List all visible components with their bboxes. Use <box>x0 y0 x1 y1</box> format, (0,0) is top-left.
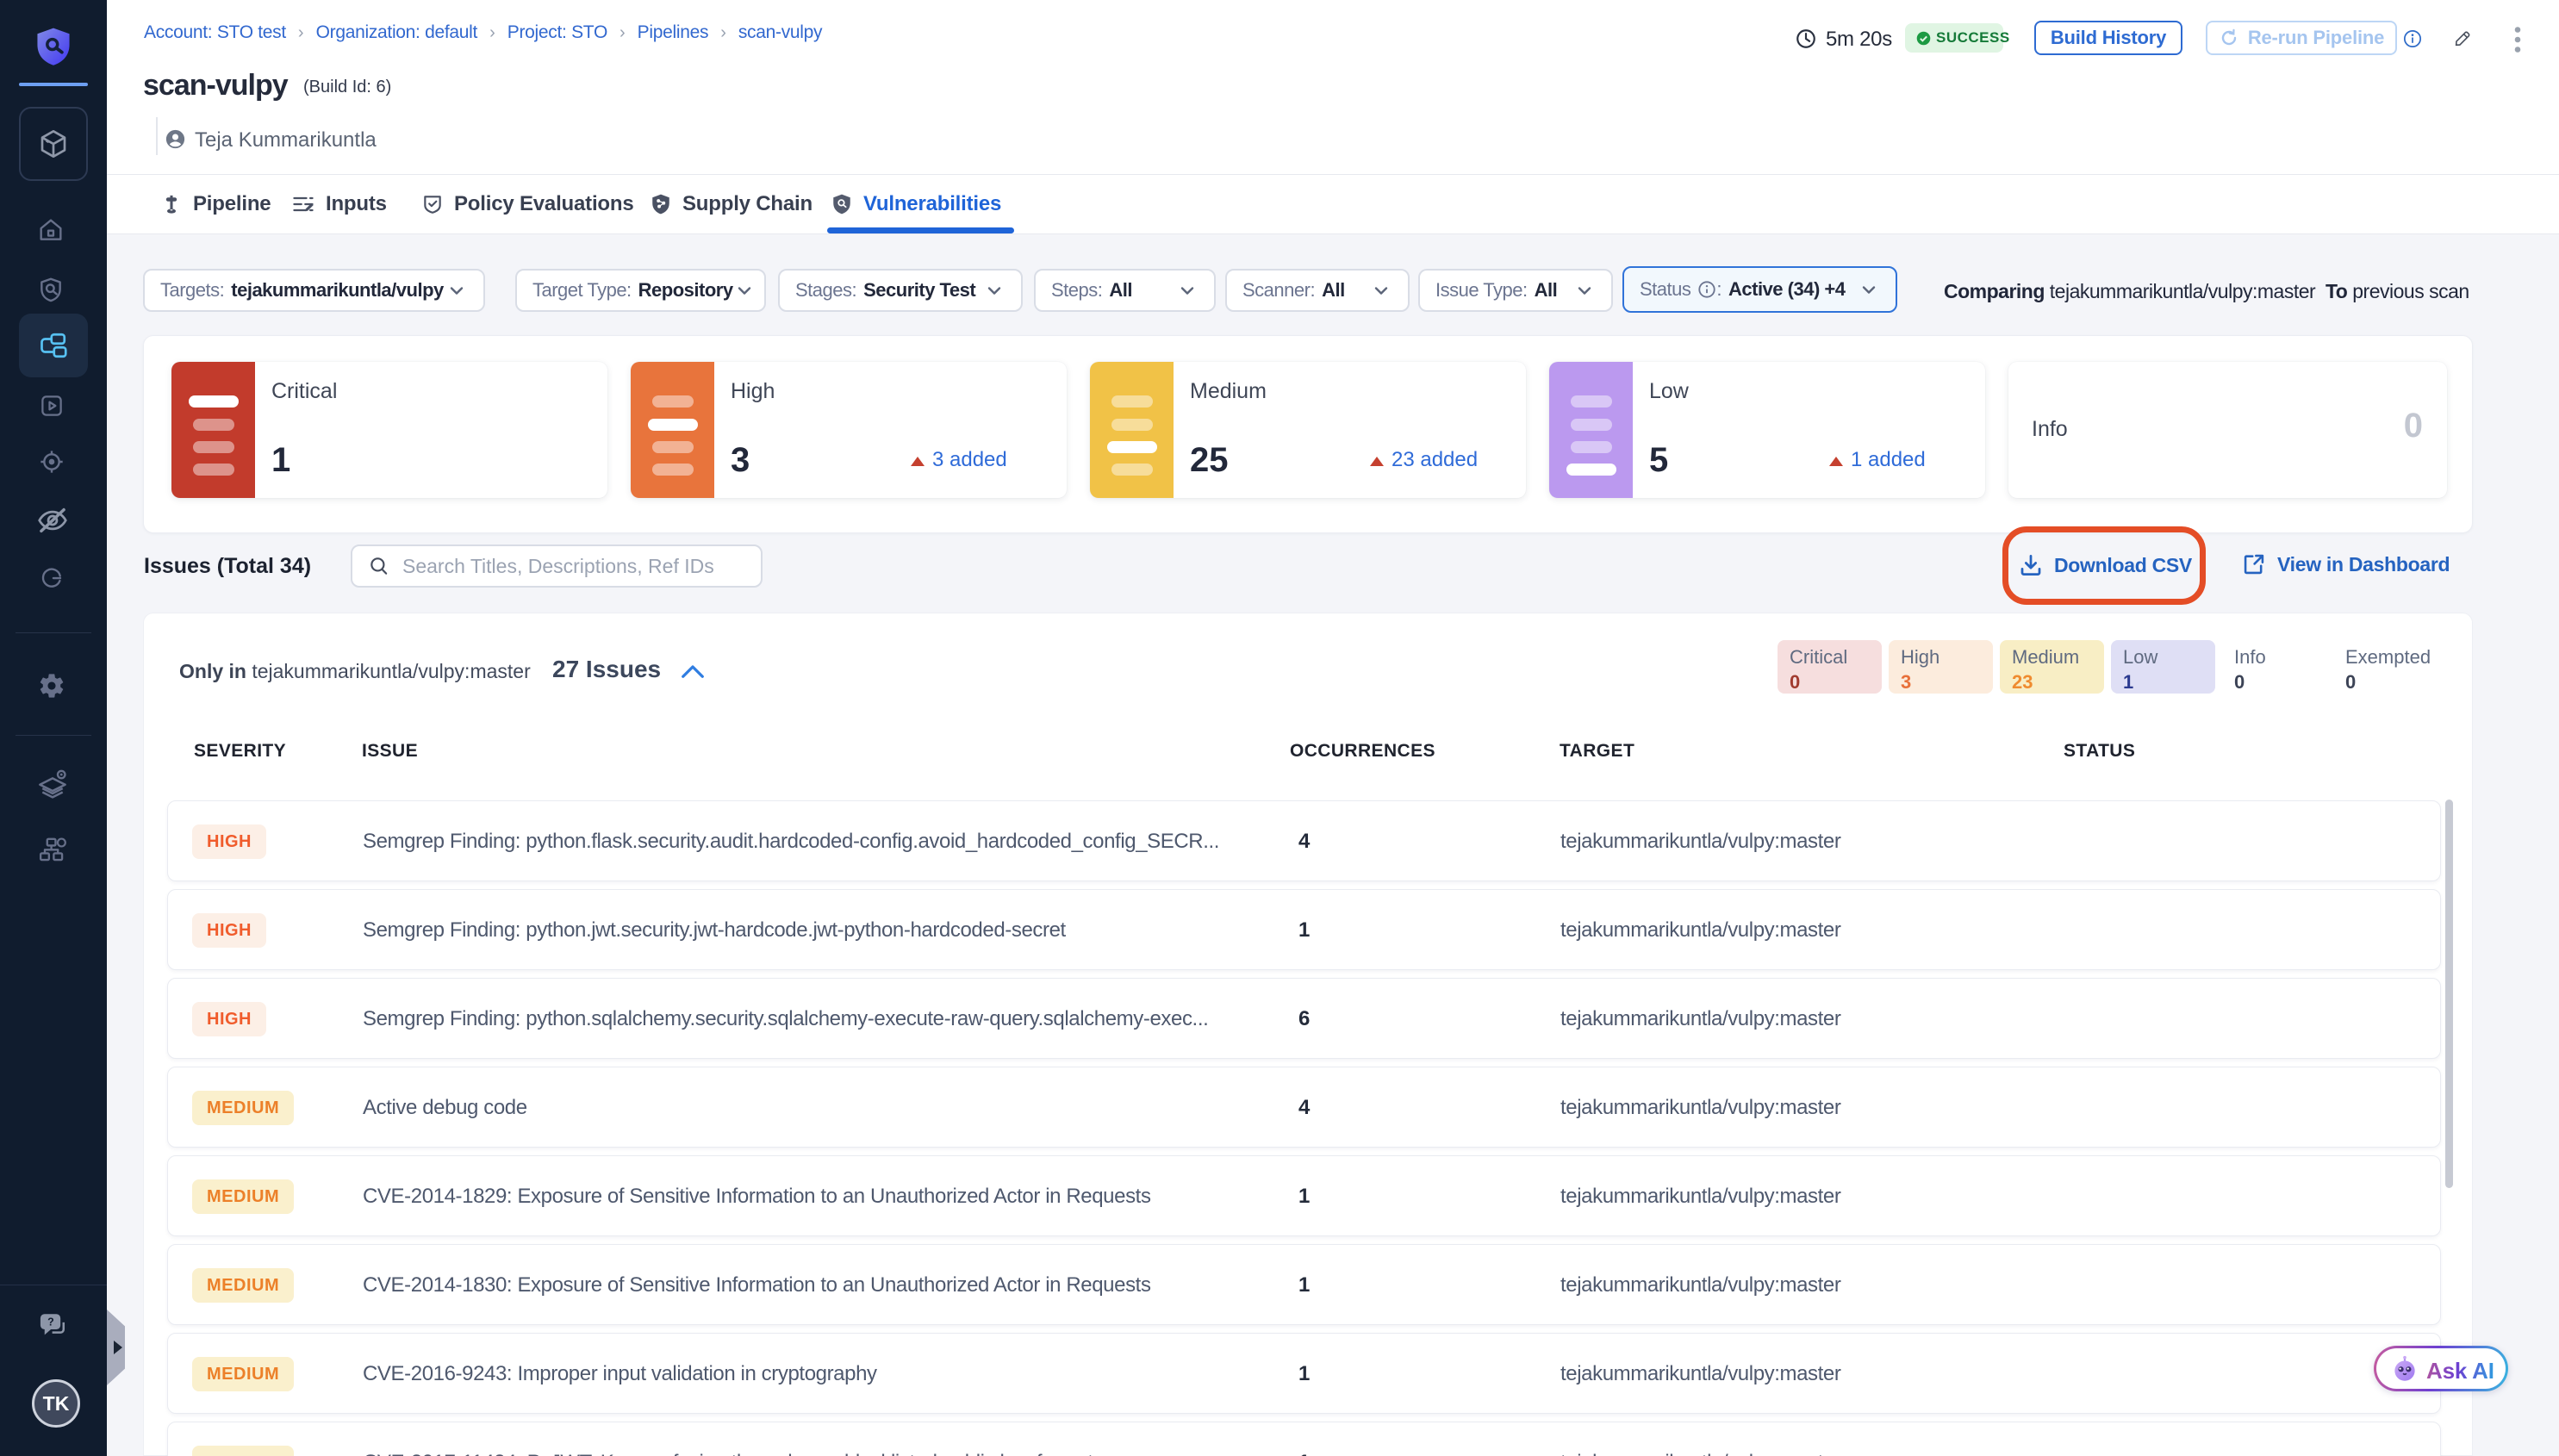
svg-text:?: ? <box>47 1316 54 1328</box>
